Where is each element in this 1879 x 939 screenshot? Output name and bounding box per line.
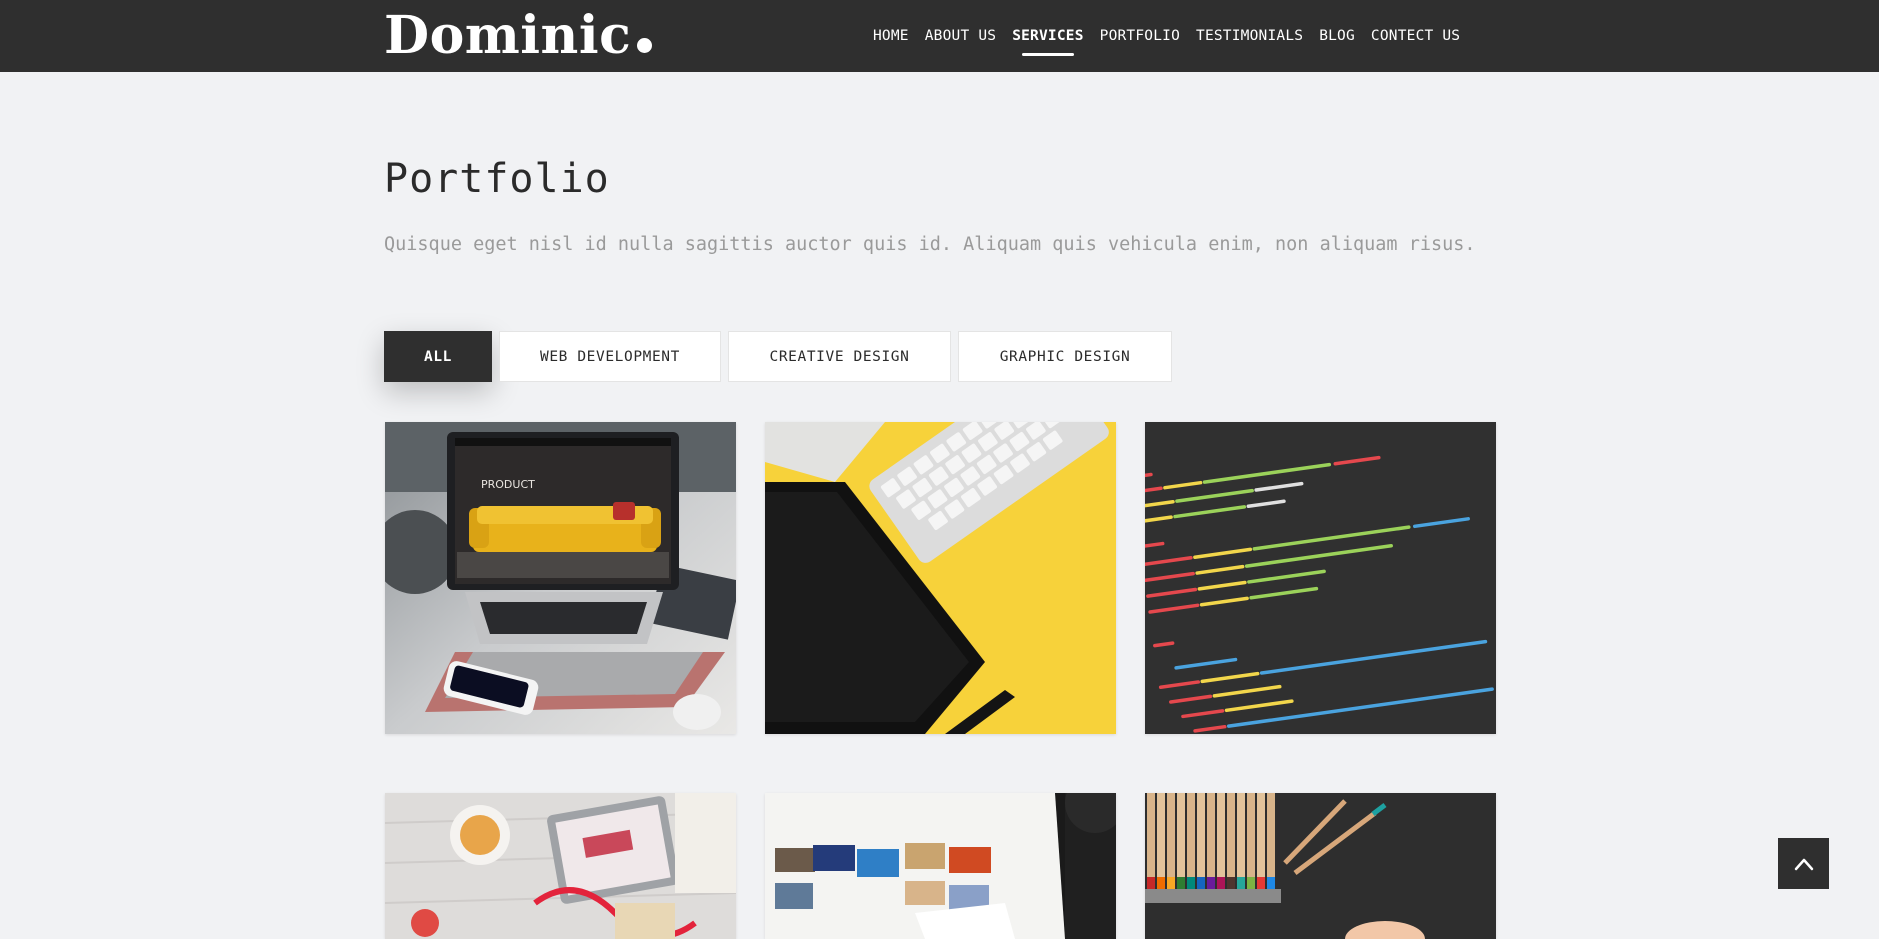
portfolio-item-desk-flatlay[interactable] <box>385 793 736 939</box>
portfolio-item-photo-board[interactable] <box>765 793 1116 939</box>
portfolio-item-laptop[interactable]: PRODUCT <box>385 422 736 734</box>
portfolio-title: Portfolio <box>384 156 610 202</box>
top-navbar: Dominic HOME ABOUT US SERVICES PORTFOLIO… <box>0 0 1879 72</box>
nav-about-us[interactable]: ABOUT US <box>925 0 996 72</box>
svg-text:PRODUCT: PRODUCT <box>481 478 535 491</box>
filter-all[interactable]: ALL <box>384 331 492 382</box>
filter-graphic-design[interactable]: GRAPHIC DESIGN <box>958 331 1172 382</box>
portfolio-subtitle: Quisque eget nisl id nulla sagittis auct… <box>384 234 1476 255</box>
code-screen-image <box>1145 422 1496 734</box>
nav-home[interactable]: HOME <box>873 0 909 72</box>
nav-contect-us[interactable]: CONTECT US <box>1371 0 1460 72</box>
desk-flatlay-image <box>385 793 736 939</box>
chevron-up-icon <box>1794 858 1813 870</box>
portfolio-item-pencils[interactable] <box>1145 793 1496 939</box>
portfolio-item-yellow-keyboard[interactable] <box>765 422 1116 734</box>
nav-services[interactable]: SERVICES <box>1012 0 1083 72</box>
filter-web-development[interactable]: WEB DEVELOPMENT <box>499 331 721 382</box>
back-to-top-button[interactable] <box>1778 838 1829 889</box>
main-nav: HOME ABOUT US SERVICES PORTFOLIO TESTIMO… <box>873 0 1460 72</box>
pencils-image <box>1145 793 1496 939</box>
filter-creative-design[interactable]: CREATIVE DESIGN <box>728 331 951 382</box>
portfolio-item-code[interactable] <box>1145 422 1496 734</box>
photo-board-image <box>765 793 1116 939</box>
nav-blog[interactable]: BLOG <box>1319 0 1355 72</box>
nav-portfolio[interactable]: PORTFOLIO <box>1100 0 1180 72</box>
laptop-desk-image: PRODUCT <box>385 422 736 734</box>
portfolio-filters: ALL WEB DEVELOPMENT CREATIVE DESIGN GRAP… <box>384 331 1172 382</box>
keyboard-tablet-image <box>765 422 1116 734</box>
site-logo[interactable]: Dominic <box>384 6 653 66</box>
nav-testimonials[interactable]: TESTIMONIALS <box>1196 0 1303 72</box>
logo-dot <box>637 38 653 53</box>
